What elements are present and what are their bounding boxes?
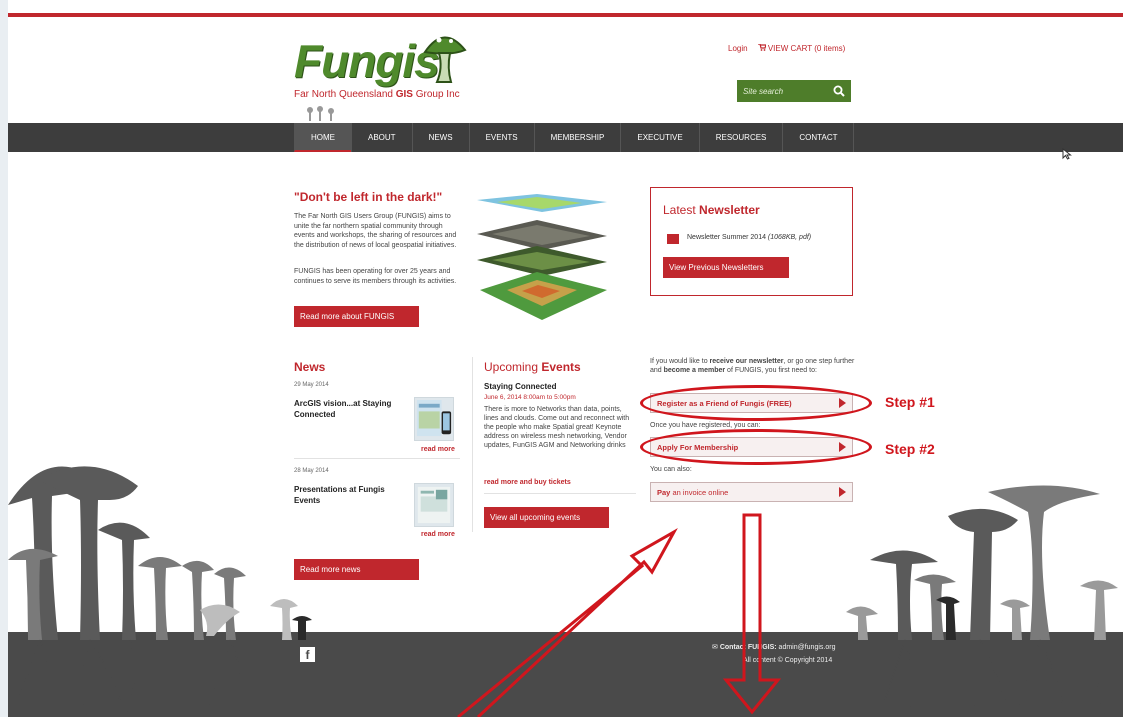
diagonal-arrow-icon xyxy=(457,528,678,717)
down-arrow-icon xyxy=(722,513,782,715)
annotation-arrows xyxy=(457,513,782,717)
